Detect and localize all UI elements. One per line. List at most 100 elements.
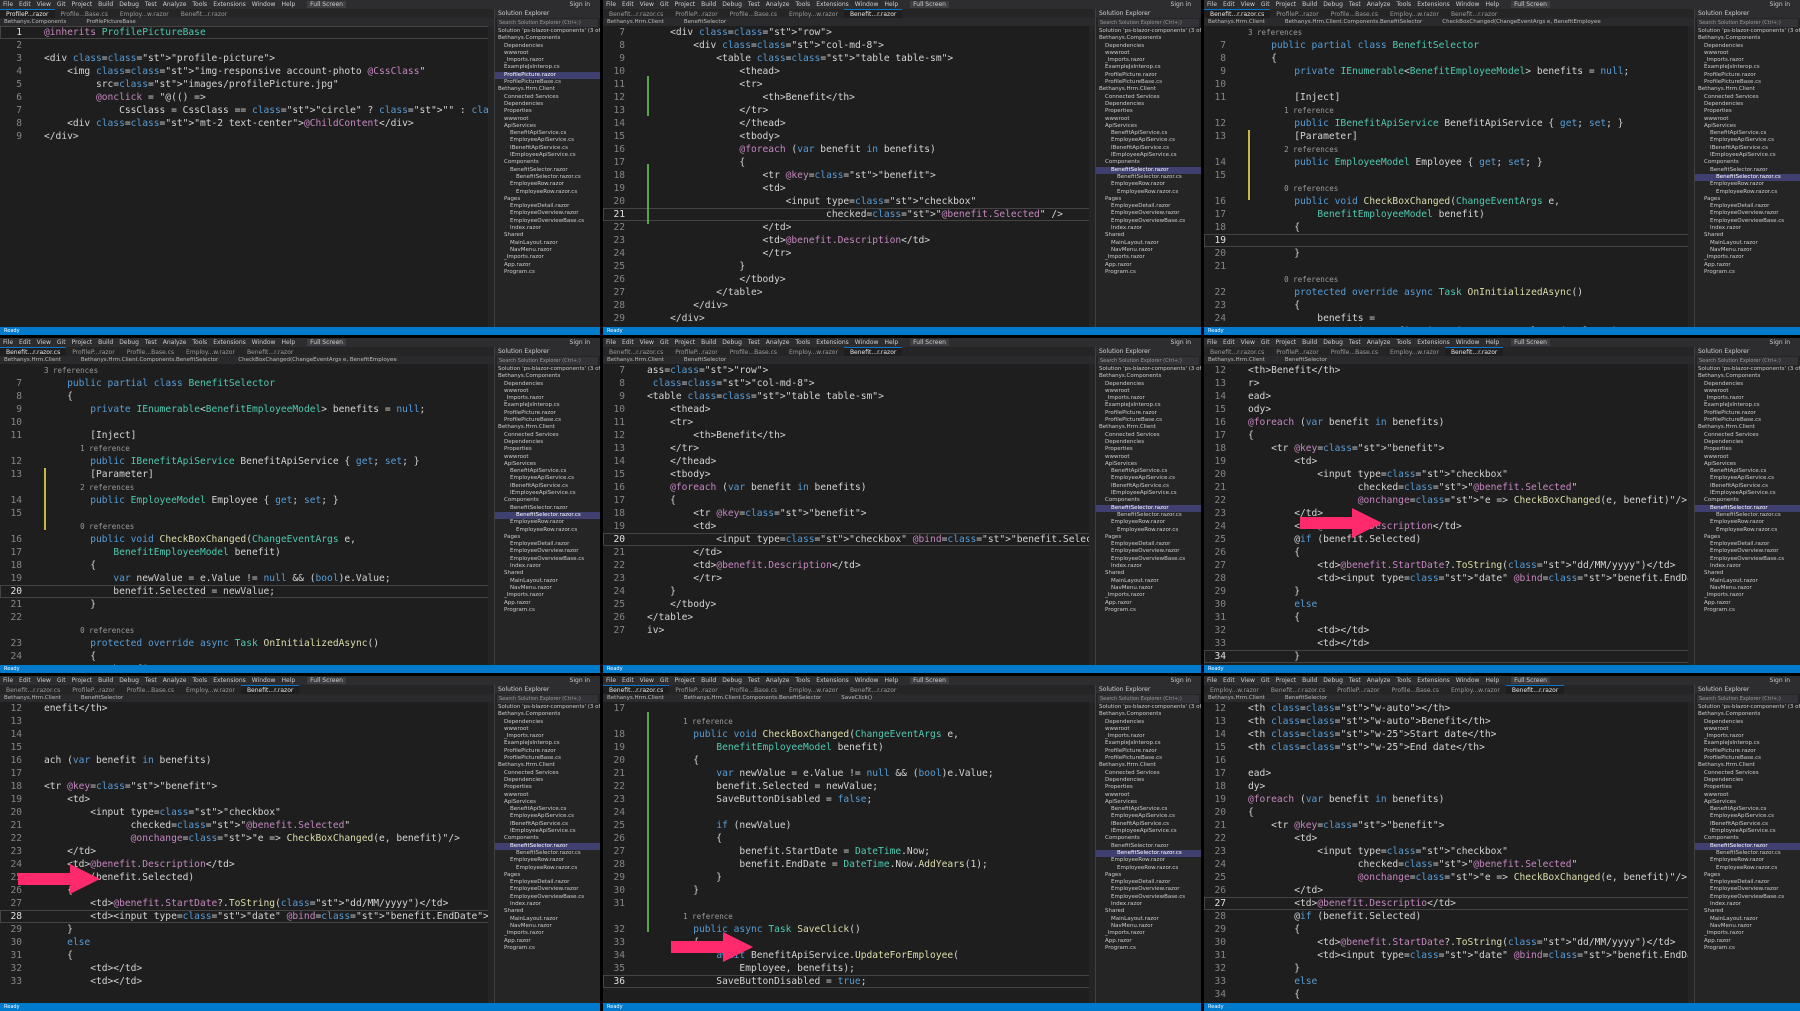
tree-item[interactable]: EmployeeRow.razor (1695, 857, 1800, 864)
tree-item[interactable]: wwwroot (495, 388, 600, 395)
tree-item[interactable]: Properties (1695, 446, 1800, 453)
menu-item[interactable]: Window (855, 339, 879, 346)
editor-tab[interactable]: Profile...Base.cs (1325, 10, 1384, 18)
tree-item[interactable]: BenefitSelector.razor (1096, 843, 1201, 850)
tree-item[interactable]: EmployeeOverview.razor (495, 548, 600, 555)
editor-tab[interactable]: Benefit...r.razor (240, 685, 300, 694)
tree-item[interactable]: _Imports.razor (1695, 592, 1800, 599)
editor-tab[interactable]: Benefit...r.razor.cs (1204, 9, 1271, 18)
solution-search-input[interactable]: Search Solution Explorer (Ctrl+;) (497, 357, 598, 365)
editor-tab[interactable]: Profile...Base.cs (724, 348, 783, 356)
code-editor[interactable]: 12 <th class=class="st">"w-auto"></th> 13 <… (1204, 702, 1694, 1003)
tree-item[interactable]: Dependencies (495, 777, 600, 784)
tree-item[interactable]: EmployeeOverview.razor (1695, 886, 1800, 893)
menu-item[interactable]: Help (1485, 677, 1499, 684)
tree-item[interactable]: _Imports.razor (1695, 930, 1800, 937)
tree-item[interactable]: wwwroot (1695, 388, 1800, 395)
tree-item[interactable]: Components (1096, 835, 1201, 842)
menu-item[interactable]: File (606, 677, 616, 684)
tree-item[interactable]: Solution 'ps-blazor-components' (3 of 3 … (1695, 704, 1800, 711)
tree-item[interactable]: EmployeeRow.razor.cs (1096, 189, 1201, 196)
tree-item[interactable]: Dependencies (1096, 381, 1201, 388)
full-screen-label[interactable]: Full Screen (1511, 1, 1550, 8)
tree-item[interactable]: ApiServices (1695, 799, 1800, 806)
tree-item[interactable]: ApiServices (1096, 123, 1201, 130)
tree-item[interactable]: IBenefitApiService.cs (1695, 483, 1800, 490)
tree-item[interactable]: BenefitSelector.razor.cs (1695, 173, 1800, 182)
menu-item[interactable]: Git (1261, 1, 1270, 8)
tree-item[interactable]: IEmployeeApiService.cs (1695, 152, 1800, 159)
menu-item[interactable]: View (37, 677, 51, 684)
tree-item[interactable]: MainLayout.razor (1695, 916, 1800, 923)
menu-item[interactable]: Tools (795, 339, 810, 346)
editor-tab[interactable]: Benefit...r.razor (1444, 347, 1504, 356)
tree-item[interactable]: BenefitApiService.cs (1096, 806, 1201, 813)
nav-dropdown[interactable]: Bethanys.Components (4, 19, 66, 25)
tree-item[interactable]: Connected Services (1096, 770, 1201, 777)
tree-item[interactable]: NavMenu.razor (1096, 247, 1201, 254)
tree-item[interactable]: Index.razor (1695, 901, 1800, 908)
nav-dropdown[interactable]: Bethanys.Hrm.Client (607, 695, 664, 701)
editor-tab[interactable]: Benefit...r.razor (1505, 685, 1565, 694)
editor-tab[interactable]: Profile...Base.cs (121, 686, 180, 694)
tree-item[interactable]: Bethanys.Hrm.Client (1695, 86, 1800, 93)
tree-item[interactable]: ExampleJsInterop.cs (1096, 402, 1201, 409)
menu-item[interactable]: Window (252, 677, 276, 684)
tree-item[interactable]: Pages (1695, 196, 1800, 203)
tree-item[interactable]: Program.cs (1096, 945, 1201, 952)
menu-item[interactable]: File (1207, 1, 1217, 8)
tree-item[interactable]: Bethanys.Components (1695, 35, 1800, 42)
tree-item[interactable]: App.razor (495, 600, 600, 607)
menu-item[interactable]: Build (701, 1, 716, 8)
tree-item[interactable]: wwwroot (1695, 726, 1800, 733)
nav-dropdown[interactable]: BenefitSelector (1285, 357, 1327, 363)
tree-item[interactable]: EmployeeOverview.razor (1695, 210, 1800, 217)
menu-item[interactable]: Analyze (1367, 677, 1391, 684)
menu-item[interactable]: View (1241, 677, 1255, 684)
menu-item[interactable]: Test (1349, 1, 1361, 8)
menu-item[interactable]: Git (1261, 677, 1270, 684)
tree-item[interactable]: Program.cs (1096, 607, 1201, 614)
full-screen-label[interactable]: Full Screen (307, 1, 346, 8)
nav-dropdown[interactable]: Bethanys.Hrm.Client (1208, 695, 1265, 701)
tree-item[interactable]: NavMenu.razor (495, 923, 600, 930)
tree-item[interactable]: IEmployeeApiService.cs (1695, 490, 1800, 497)
tree-item[interactable]: EmployeeOverview.razor (1096, 886, 1201, 893)
tree-item[interactable]: ApiServices (1695, 123, 1800, 130)
menu-item[interactable]: Edit (1223, 339, 1235, 346)
menu-item[interactable]: Window (252, 339, 276, 346)
tree-item[interactable]: EmployeeOverview.razor (495, 210, 600, 217)
tree-item[interactable]: ExampleJsInterop.cs (1096, 740, 1201, 747)
solution-search-input[interactable]: Search Solution Explorer (Ctrl+;) (497, 19, 598, 27)
menu-item[interactable]: File (3, 339, 13, 346)
tree-item[interactable]: EmployeeOverviewBase.cs (1695, 894, 1800, 901)
tree-item[interactable]: Shared (1695, 232, 1800, 239)
editor-tab[interactable]: Profile...Base.cs (1386, 686, 1445, 694)
menu-item[interactable]: File (606, 1, 616, 8)
sign-in-link[interactable]: Sign in (570, 676, 590, 685)
code-editor[interactable]: 12 <th>Benefit</th> 13 r> 14 ead> 15 ody> 16 @for… (1204, 364, 1694, 665)
tree-item[interactable]: NavMenu.razor (1695, 585, 1800, 592)
menu-item[interactable]: Tools (192, 677, 207, 684)
tree-item[interactable]: ExampleJsInterop.cs (495, 402, 600, 409)
tree-item[interactable]: Shared (1096, 908, 1201, 915)
tree-item[interactable]: Pages (1096, 196, 1201, 203)
tree-item[interactable]: EmployeeDetail.razor (495, 203, 600, 210)
tree-item[interactable]: wwwroot (1695, 116, 1800, 123)
tree-item[interactable]: EmployeeRow.razor (1096, 519, 1201, 526)
tree-item[interactable]: Components (495, 159, 600, 166)
tree-item[interactable]: Properties (495, 108, 600, 115)
tree-item[interactable]: _Imports.razor (495, 930, 600, 937)
editor-tab[interactable]: Profile...Base.cs (121, 348, 180, 356)
tree-item[interactable]: NavMenu.razor (1695, 247, 1800, 254)
tree-item[interactable]: Dependencies (495, 43, 600, 50)
tree-item[interactable]: Bethanys.Components (1695, 373, 1800, 380)
nav-dropdown[interactable]: CheckBoxChanged(ChangeEventArgs e, Benef… (1442, 19, 1600, 25)
tree-item[interactable]: Bethanys.Hrm.Client (495, 424, 600, 431)
tree-item[interactable]: BenefitApiService.cs (1695, 130, 1800, 137)
tree-item[interactable]: IBenefitApiService.cs (1695, 821, 1800, 828)
tree-item[interactable]: wwwroot (495, 726, 600, 733)
tree-item[interactable]: MainLayout.razor (495, 916, 600, 923)
menu-item[interactable]: Tools (192, 1, 207, 8)
tree-item[interactable]: BenefitSelector.razor (1695, 504, 1800, 512)
